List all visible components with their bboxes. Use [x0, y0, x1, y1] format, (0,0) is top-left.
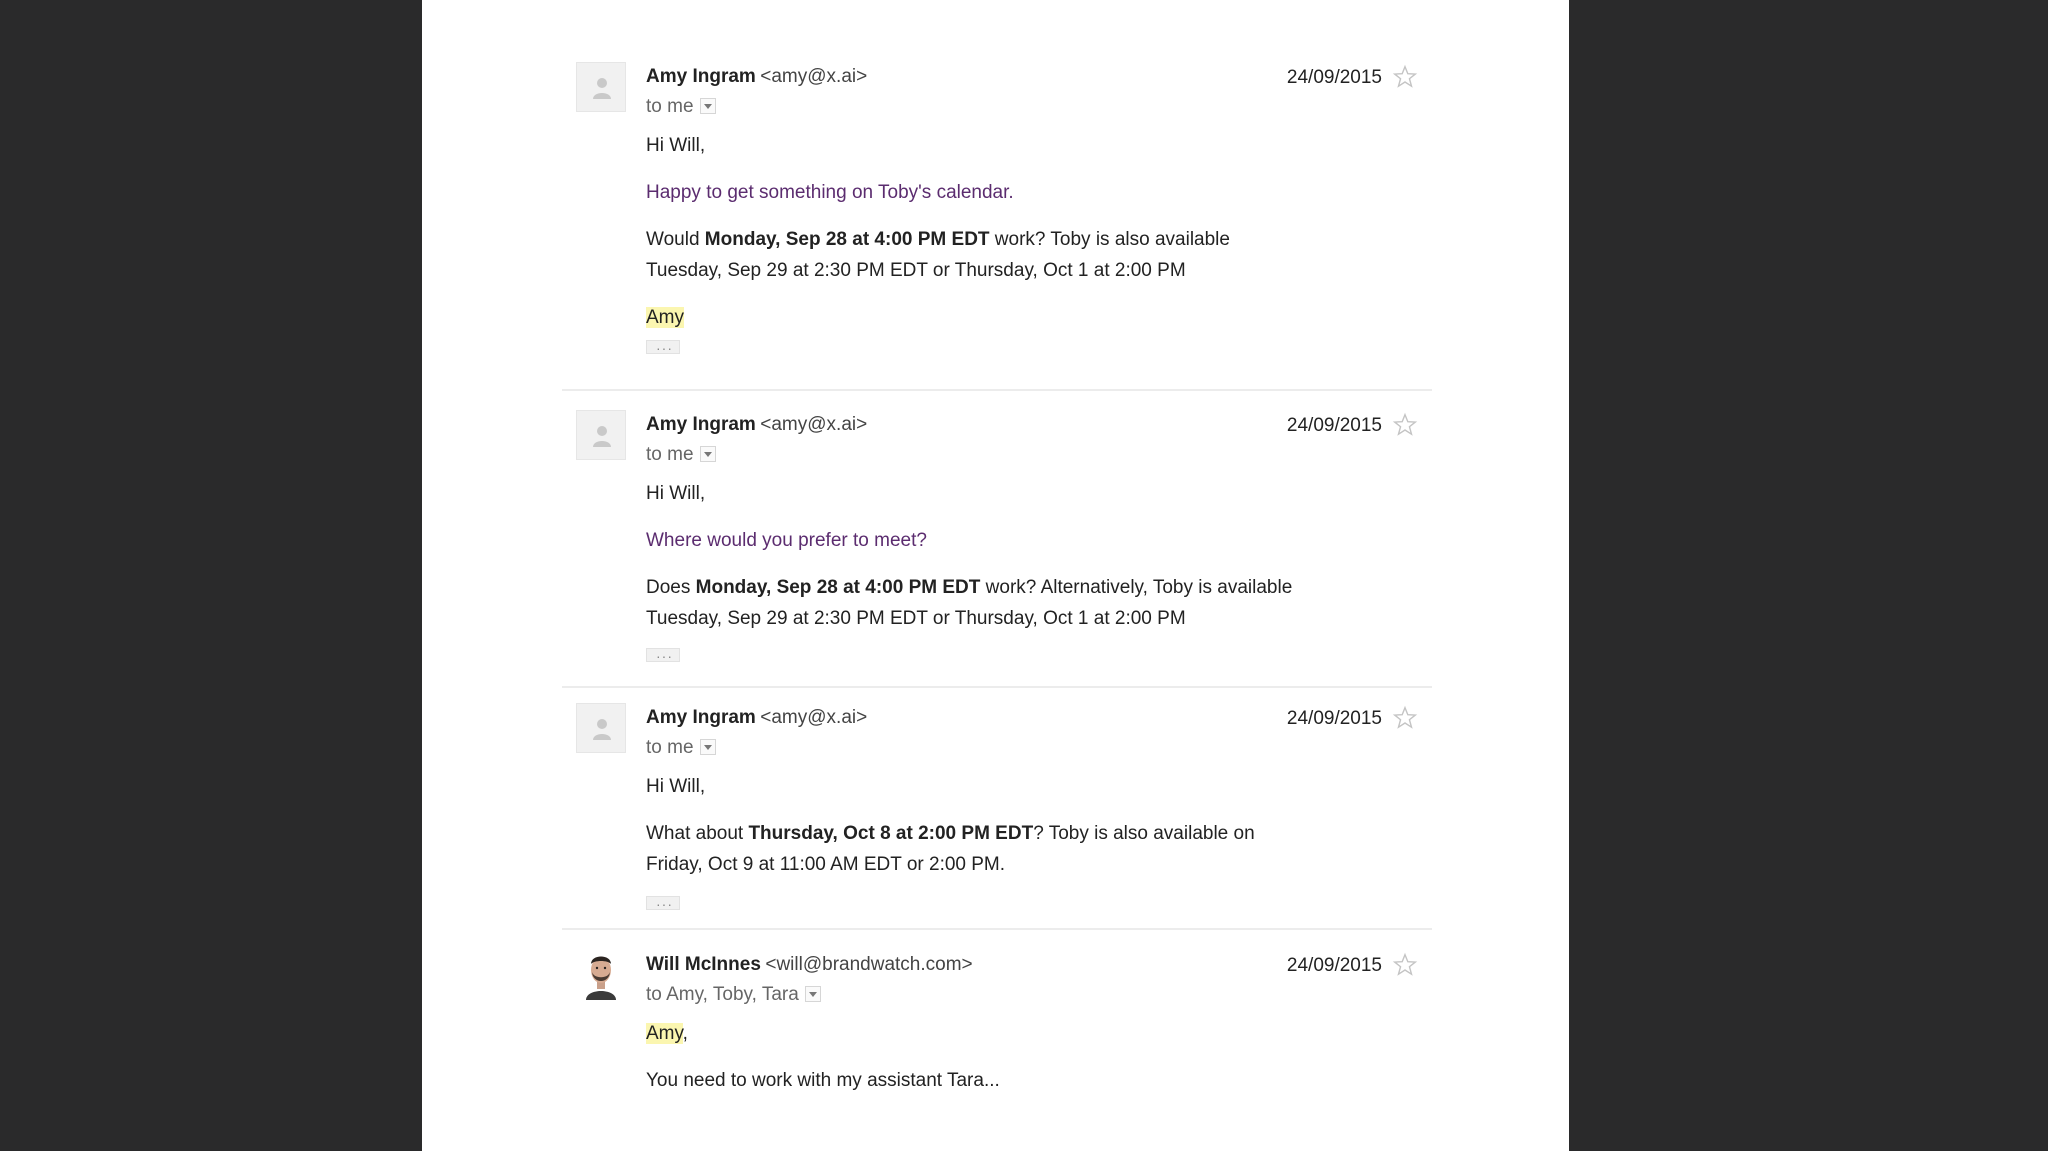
message-header: Amy Ingram <amy@x.ai> 24/09/2015	[646, 703, 1432, 733]
greeting: Hi Will,	[646, 135, 706, 156]
recipients: to me	[646, 737, 716, 759]
divider	[562, 686, 1432, 688]
sender-name: Will McInnes	[646, 954, 761, 975]
sender[interactable]: Amy Ingram <amy@x.ai>	[646, 707, 867, 729]
star-outline-icon[interactable]	[1392, 705, 1418, 731]
intro-line: Where would you prefer to meet?	[646, 530, 927, 551]
sender[interactable]: Amy Ingram <amy@x.ai>	[646, 66, 867, 88]
proposal-suffix: work? Toby is also available	[989, 229, 1230, 250]
person-icon	[593, 719, 611, 740]
message-body: Hi Will, What about Thursday, Oct 8 at 2…	[646, 771, 1432, 920]
greeting: Hi Will,	[646, 483, 706, 504]
message-body: Hi Will, Where would you prefer to meet?…	[646, 478, 1432, 672]
message-date: 24/09/2015	[1286, 415, 1382, 436]
ellipsis-icon[interactable]	[646, 333, 680, 364]
ellipsis-icon[interactable]	[646, 641, 680, 672]
message-header: Amy Ingram <amy@x.ai> 24/09/2015	[646, 62, 1432, 92]
sender-email: <amy@x.ai>	[760, 66, 868, 87]
email-message[interactable]: Amy Ingram <amy@x.ai> 24/09/2015 to me H…	[562, 703, 1432, 923]
person-photo-icon	[578, 950, 624, 1000]
intro-line: Happy to get something on Toby's calenda…	[646, 182, 1014, 203]
chevron-down-icon[interactable]	[699, 98, 716, 114]
body-line: You need to work with my assistant Tara.…	[646, 1070, 1000, 1091]
person-icon	[593, 78, 611, 99]
signature: Amy	[646, 302, 1432, 333]
message-date: 24/09/2015	[1286, 955, 1382, 976]
proposal-suffix: ? Toby is also available on	[1033, 823, 1255, 844]
sender-name: Amy Ingram	[646, 707, 756, 728]
message-header: Amy Ingram <amy@x.ai> 24/09/2015	[646, 410, 1432, 440]
proposal-prefix: What about	[646, 823, 749, 844]
recipients: to Amy, Toby, Tara	[646, 984, 821, 1006]
message-header: Will McInnes <will@brandwatch.com> 24/09…	[646, 950, 1432, 980]
person-icon	[593, 426, 611, 447]
proposed-time: Monday, Sep 28 at 4:00 PM EDT	[695, 577, 981, 598]
avatar	[576, 703, 626, 753]
sender[interactable]: Will McInnes <will@brandwatch.com>	[646, 954, 973, 976]
sender-name: Amy Ingram	[646, 414, 756, 435]
greeting-name: Amy	[646, 1023, 683, 1044]
email-message[interactable]: Amy Ingram <amy@x.ai> 24/09/2015 to me H…	[562, 62, 1432, 364]
sender-name: Amy Ingram	[646, 66, 756, 87]
greeting-punctuation: ,	[682, 1023, 688, 1044]
alternatives-line: Tuesday, Sep 29 at 2:30 PM EDT or Thursd…	[646, 260, 1186, 281]
sender-email: <amy@x.ai>	[760, 707, 868, 728]
sender-email: <amy@x.ai>	[760, 414, 868, 435]
divider	[562, 389, 1432, 391]
sender-email: <will@brandwatch.com>	[765, 954, 973, 975]
recipients-label: to Amy, Toby, Tara	[646, 984, 799, 1005]
email-thread: Amy Ingram <amy@x.ai> 24/09/2015 to me H…	[422, 0, 1569, 1151]
message-body: Hi Will, Happy to get something on Toby'…	[646, 130, 1432, 364]
star-outline-icon[interactable]	[1392, 412, 1418, 438]
chevron-down-icon[interactable]	[699, 739, 716, 755]
recipients-label: to me	[646, 444, 694, 465]
proposal-suffix: work? Alternatively, Toby is available	[980, 577, 1293, 598]
avatar	[576, 62, 626, 112]
recipients-label: to me	[646, 737, 694, 758]
divider	[562, 928, 1432, 930]
proposal-prefix: Would	[646, 229, 705, 250]
email-message[interactable]: Amy Ingram <amy@x.ai> 24/09/2015 to me H…	[562, 410, 1432, 672]
avatar	[576, 950, 626, 1000]
message-body: Amy, You need to work with my assistant …	[646, 1018, 1432, 1096]
sender[interactable]: Amy Ingram <amy@x.ai>	[646, 414, 867, 436]
greeting: Hi Will,	[646, 776, 706, 797]
chevron-down-icon[interactable]	[699, 446, 716, 462]
proposal-line: Would Monday, Sep 28 at 4:00 PM EDT work…	[646, 224, 1432, 255]
alternatives-line: Tuesday, Sep 29 at 2:30 PM EDT or Thursd…	[646, 608, 1186, 629]
recipients: to me	[646, 96, 716, 118]
avatar	[576, 410, 626, 460]
ellipsis-icon[interactable]	[646, 889, 680, 920]
greeting: Amy,	[646, 1018, 1432, 1049]
recipients-label: to me	[646, 96, 694, 117]
proposed-time: Thursday, Oct 8 at 2:00 PM EDT	[748, 823, 1034, 844]
message-date: 24/09/2015	[1286, 67, 1382, 88]
star-outline-icon[interactable]	[1392, 64, 1418, 90]
proposed-time: Monday, Sep 28 at 4:00 PM EDT	[704, 229, 990, 250]
message-date: 24/09/2015	[1286, 708, 1382, 729]
signature-name: Amy	[646, 307, 684, 328]
star-outline-icon[interactable]	[1392, 952, 1418, 978]
recipients: to me	[646, 444, 716, 466]
proposal-prefix: Does	[646, 577, 696, 598]
chevron-down-icon[interactable]	[804, 986, 821, 1002]
proposal-line: What about Thursday, Oct 8 at 2:00 PM ED…	[646, 818, 1432, 849]
proposal-line: Does Monday, Sep 28 at 4:00 PM EDT work?…	[646, 572, 1432, 603]
email-message[interactable]: Will McInnes <will@brandwatch.com> 24/09…	[562, 950, 1432, 1130]
alternatives-line: Friday, Oct 9 at 11:00 AM EDT or 2:00 PM…	[646, 854, 1006, 875]
